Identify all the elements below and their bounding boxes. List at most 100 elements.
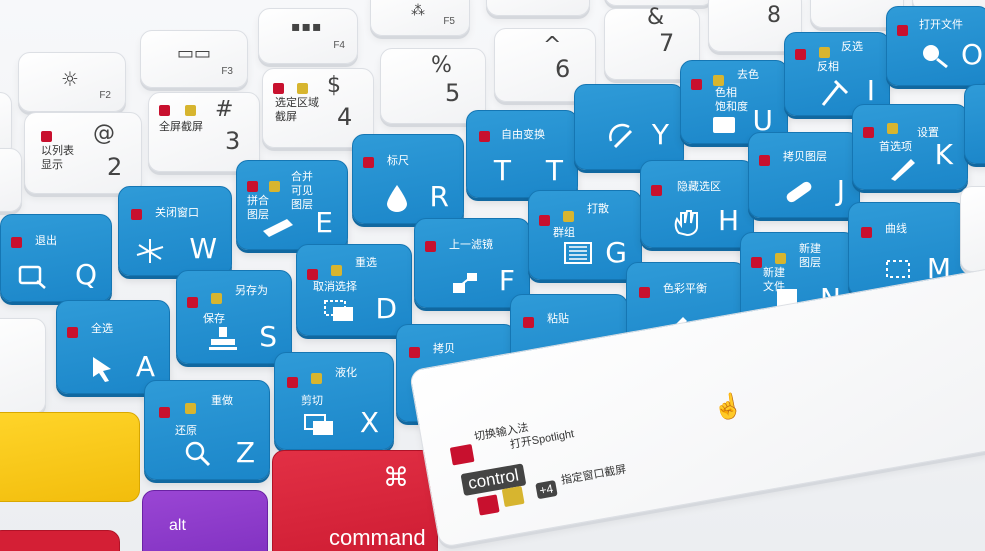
bandage-icon [786,181,812,203]
yellow-marker [211,293,222,304]
key-7-top: & [647,5,665,30]
command-symbol-icon: ⌘ [383,463,409,493]
red-marker [363,157,374,168]
key-t-letter: T [545,154,563,187]
launchpad-icon: ▪▪▪ [291,19,323,35]
key-g[interactable]: 打散 群组 G [528,190,642,280]
key-8-bottom: 8 [767,3,781,28]
key-f2[interactable]: ☼ F2 [18,52,126,112]
yellow-marker [331,265,342,276]
filter-icon [453,273,477,293]
key-e-label-2: 可见 [291,185,313,197]
key-3-cn-1: 全屏截屏 [159,121,203,133]
key-e[interactable]: 合并 可见 图层 拼合 图层 E [236,160,348,250]
key-2-top: @ [93,121,115,146]
key-t-label: 自由变换 [501,129,545,141]
key-d[interactable]: 重选 取消选择 D [296,244,412,336]
keyboard-photo: ☼ F2 ▭▭ F3 ▪▪▪ F4 ⁂ F5 以列表 显示 @ 2 全屏截屏 #… [0,0,985,551]
droplet-icon [387,185,407,212]
key-w-letter: W [189,232,217,265]
key-alt-label: alt [169,517,186,534]
key-s[interactable]: 另存为 保存 S [176,270,292,364]
key-5-top: % [431,53,452,78]
red-marker [479,131,490,142]
key-q[interactable]: 退出 Q [0,214,112,302]
key-z[interactable]: 重做 还原 Z [144,380,270,480]
key-y-letter: Y [651,118,669,151]
key-o[interactable]: 打开文件 O [886,6,985,86]
key-2-bottom: 2 [107,153,123,181]
close-window-icon [136,239,164,263]
key-z-label-1: 重做 [211,395,233,407]
red-marker [307,269,318,280]
red-marker [287,377,298,388]
yellow-marker [713,75,724,86]
key-n-label-2: 图层 [799,257,821,269]
key-f4-label: F4 [333,40,345,51]
red-marker [187,297,198,308]
red-marker [861,227,872,238]
key-r-label: 标尺 [387,155,409,167]
key-f4[interactable]: ▪▪▪ F4 [258,8,358,64]
key-f3[interactable]: ▭▭ F3 [140,30,248,88]
key-tab[interactable] [0,148,22,212]
key-i-label-2: 反相 [817,61,839,73]
key-d-letter: D [375,292,397,325]
key-q-letter: Q [74,258,97,291]
key-4-cn-2: 截屏 [275,111,297,123]
key-f2-label: F2 [99,90,111,101]
key-e-label-4: 拼合 [247,195,269,207]
key-q-label: 退出 [35,235,57,247]
key-t[interactable]: 自由变换 T T [466,110,578,198]
red-marker [247,181,258,192]
key-comma-edge[interactable] [960,186,985,272]
red-marker [639,287,650,298]
key-3-bottom: 3 [225,127,241,155]
key-r[interactable]: 标尺 R [352,134,464,224]
deselect-icon [324,300,353,321]
key-l-edge[interactable] [964,84,985,164]
saturation-icon [713,117,735,133]
key-d-label-1: 重选 [355,257,377,269]
key-n-label-1: 新建 [799,243,821,255]
key-w[interactable]: 关闭窗口 W [118,186,232,276]
key-a-label: 全选 [91,323,113,335]
key-h[interactable]: 隐藏选区 H [640,160,754,248]
key-7-bottom: 7 [659,29,675,57]
save-stamp-icon [209,327,237,350]
rotate-brush-icon [609,123,633,149]
key-command[interactable]: ⌘ command [272,450,438,551]
key-caps[interactable] [0,318,46,414]
key-k[interactable]: 首选项 设置 K [852,104,968,190]
key-2[interactable]: 以列表 显示 @ 2 [24,112,142,194]
red-marker [539,215,550,226]
key-z-letter: Z [235,436,255,469]
key-a-letter: A [135,350,155,383]
key-f5[interactable]: ⁂ F5 [370,0,470,36]
key-shift-yellow[interactable] [0,412,140,502]
key-f[interactable]: 上一滤镜 F [414,218,530,308]
key-d-label-2: 取消选择 [313,281,357,293]
key-y[interactable]: Y [574,84,684,170]
mission-control-icon: ▭▭ [177,43,212,64]
marquee-icon [886,260,910,278]
key-i-label-1: 反选 [841,41,863,53]
key-z-label-2: 还原 [175,425,197,437]
key-x[interactable]: 液化 剪切 X [274,352,394,450]
red-marker [795,49,806,60]
yellow-marker [501,485,525,508]
key-x-label-2: 剪切 [301,395,323,407]
open-file-icon [923,45,948,69]
plus4-badge: +4 [535,480,558,500]
key-o-letter: O [960,38,983,71]
red-marker [691,79,702,90]
red-marker [476,494,500,516]
red-marker [159,105,170,116]
key-j-label: 拷贝图层 [783,151,827,163]
key-4-cn-1: 选定区域 [275,97,319,109]
key-alt[interactable]: alt [142,490,268,551]
key-f6[interactable] [486,0,590,16]
key-j[interactable]: 拷贝图层 J [748,132,860,218]
key-fn-red[interactable] [0,530,120,551]
key-2-cn-2: 显示 [41,159,63,171]
